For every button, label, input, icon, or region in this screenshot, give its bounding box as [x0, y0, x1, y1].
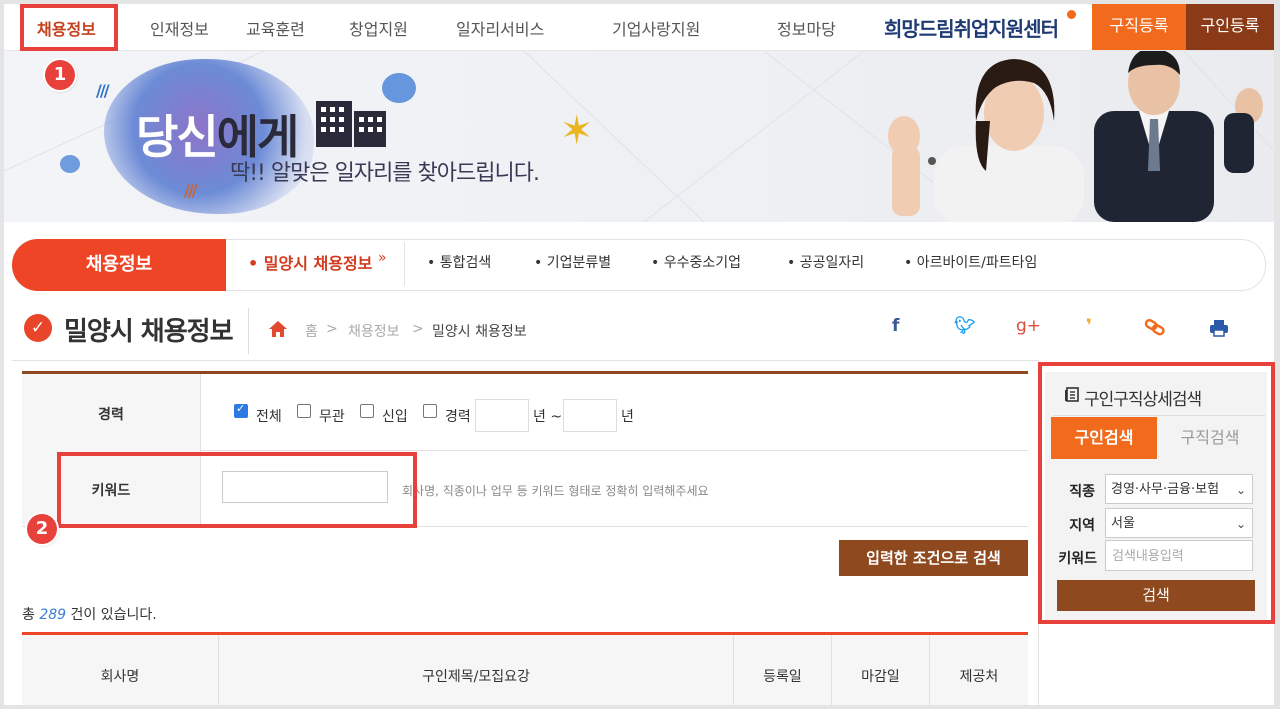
step-badge-2: 2 [27, 514, 57, 544]
twitter-icon[interactable]: 🐦︎ [954, 316, 976, 336]
nav-item-startup[interactable]: 창업지원 [349, 16, 408, 40]
highlight-box-2 [57, 452, 417, 528]
banner-subtitle: 딱!! 알맞은 일자리를 찾아드립니다. [230, 161, 540, 186]
home-icon[interactable] [268, 320, 288, 338]
sub-nav-item-integrated-search[interactable]: • 통합검색 [427, 252, 491, 272]
print-icon[interactable] [1209, 319, 1229, 337]
sub-nav-item-public-jobs[interactable]: • 공공일자리 [787, 252, 864, 272]
building-icon [316, 101, 386, 147]
divider [404, 242, 405, 286]
result-count: 총 289 건이 있습니다. [22, 607, 157, 623]
column-header-source[interactable]: 제공처 [930, 666, 1028, 686]
column-header-registered[interactable]: 등록일 [734, 666, 831, 686]
logo-dot [1067, 10, 1076, 19]
career-experienced-checkbox[interactable] [423, 404, 437, 418]
divider [12, 360, 1038, 361]
top-nav: 채용정보 인재정보 교육훈련 창업지원 일자리서비스 기업사랑지원 정보마당 희… [4, 4, 1274, 51]
career-any-label[interactable]: 무관 [319, 406, 345, 426]
link-icon[interactable] [1144, 317, 1166, 337]
sub-nav-active-item[interactable]: • 밀양시 채용정보 [248, 250, 372, 274]
column-header-company[interactable]: 회사명 [22, 666, 218, 686]
highlight-box-3 [1038, 362, 1275, 624]
check-circle-icon: ✓ [24, 314, 52, 342]
highlight-box-1 [20, 4, 118, 51]
nav-item-company-support[interactable]: 기업사랑지원 [612, 16, 700, 40]
nav-item-training[interactable]: 교육훈련 [246, 16, 305, 40]
years-from-suffix: 년 ~ [533, 409, 563, 425]
sparkle-icon: ✶ [560, 108, 594, 154]
chevron-down-icon[interactable]: » [378, 250, 387, 266]
breadcrumb-home[interactable]: 홈 [305, 321, 318, 341]
sub-nav-item-part-time[interactable]: • 아르바이트/파트타임 [904, 252, 1037, 272]
career-new-label[interactable]: 신입 [382, 406, 408, 426]
career-label: 경력 [98, 407, 124, 423]
sub-nav-item-excellent-sme[interactable]: • 우수중소기업 [651, 252, 741, 272]
blue-dot-decoration [60, 155, 80, 173]
career-all-checkbox[interactable] [234, 402, 248, 418]
business-people-image [888, 51, 1263, 222]
site-logo[interactable]: 희망드림취업지원센터 [884, 13, 1059, 42]
breadcrumb-jobs[interactable]: 채용정보 [348, 321, 400, 341]
column-header-deadline[interactable]: 마감일 [832, 666, 929, 686]
divider [248, 308, 249, 354]
nav-item-job-service[interactable]: 일자리서비스 [456, 16, 544, 40]
kakao-story-icon[interactable]: ❜ [1086, 316, 1092, 336]
search-submit-button[interactable]: 입력한 조건으로 검색 [839, 540, 1028, 576]
chevron-right-icon: > [326, 321, 338, 337]
column-header-title[interactable]: 구인제목/모집요강 [219, 666, 733, 686]
job-seek-register-button[interactable]: 구직등록 [1092, 4, 1186, 50]
sub-nav-item-by-company-type[interactable]: • 기업분류별 [534, 252, 611, 272]
years-from-input[interactable] [475, 399, 529, 432]
career-any-checkbox[interactable] [297, 404, 311, 418]
career-new-checkbox[interactable] [360, 404, 374, 418]
nav-item-talent[interactable]: 인재정보 [150, 16, 209, 40]
google-plus-icon[interactable]: g+ [1016, 316, 1041, 336]
tick-decoration: /// [184, 181, 197, 200]
career-all-label[interactable]: 전체 [256, 406, 282, 426]
keyword-hint: 회사명, 직종이나 업무 등 키워드 형태로 정확히 입력해주세요 [402, 484, 709, 498]
sub-nav-section-title[interactable]: 채용정보 [12, 239, 226, 291]
step-badge-1: 1 [45, 60, 75, 90]
job-offer-register-button[interactable]: 구인등록 [1186, 4, 1274, 50]
years-to-input[interactable] [563, 399, 617, 432]
breadcrumb-current: 밀양시 채용정보 [432, 324, 527, 340]
nav-item-info[interactable]: 정보마당 [777, 16, 836, 40]
hero-banner: /// /// 당신에게 딱!! 알맞은 일자리를 찾아드립니다. ✶ [4, 51, 1274, 222]
tick-decoration: /// [96, 81, 109, 100]
years-to-suffix: 년 [621, 409, 634, 425]
chevron-right-icon: > [412, 321, 424, 337]
career-experienced-label[interactable]: 경력 [445, 406, 471, 426]
career-label-cell: 경력 [22, 374, 201, 450]
page-title: 밀양시 채용정보 [64, 317, 233, 347]
facebook-icon[interactable]: f [892, 316, 899, 336]
